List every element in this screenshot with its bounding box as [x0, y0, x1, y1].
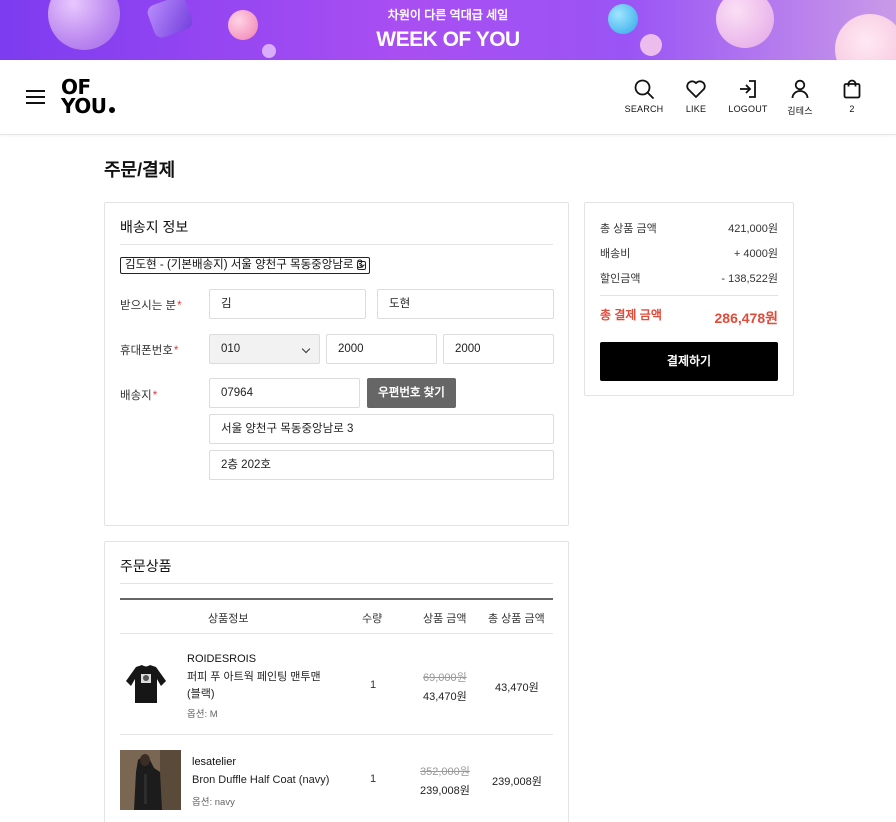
product-option: 옵션: M — [187, 709, 218, 720]
logout-label: LOGOUT — [728, 104, 768, 114]
column-header-qty: 수량 — [362, 613, 383, 625]
find-zipcode-button[interactable]: 우편번호 찾기 — [367, 378, 456, 408]
product-qty: 1 — [370, 679, 377, 691]
divider — [600, 295, 778, 296]
shipping-info-card: 배송지 정보 김도현 - (기본배송지) 서울 양천구 목동중앙남로 3 받으시… — [104, 202, 569, 526]
phone-label: 휴대폰번호* — [120, 345, 179, 357]
phone-last-input[interactable]: 2000 — [443, 334, 554, 364]
menu-icon[interactable] — [26, 90, 45, 104]
recipient-label: 받으시는 분* — [120, 300, 182, 312]
order-items-heading: 주문상품 — [120, 558, 172, 574]
cart-button[interactable]: 2 — [826, 78, 878, 117]
user-name-label: 김테스 — [787, 106, 813, 116]
search-label: SEARCH — [624, 104, 664, 114]
address-label: 배송지* — [120, 390, 158, 402]
like-button[interactable]: LIKE — [670, 78, 722, 117]
mypage-button[interactable]: 김테스 — [774, 78, 826, 117]
promo-banner[interactable]: 차원이 다른 역대급 세일 WEEK OF YOU — [0, 0, 896, 60]
recipient-last-name-input[interactable]: 김 — [209, 289, 366, 319]
product-thumbnail[interactable] — [122, 659, 170, 707]
phone-prefix-select[interactable]: 010 — [209, 334, 320, 364]
discount-row: 할인금액 - 138,522원 — [600, 273, 778, 285]
item-total: 43,470원 — [495, 682, 539, 694]
divider — [120, 244, 553, 245]
phone-middle-input[interactable]: 2000 — [326, 334, 437, 364]
site-logo[interactable]: OF YOU — [61, 77, 115, 118]
phone-prefix-value: 010 — [221, 343, 241, 355]
original-price: 69,000원 — [423, 672, 467, 684]
product-qty: 1 — [370, 773, 377, 785]
original-price: 352,000원 — [420, 766, 470, 778]
product-brand: lesatelier — [192, 756, 237, 768]
sale-price: 239,008원 — [420, 785, 470, 797]
sale-price: 43,470원 — [423, 691, 467, 703]
user-icon — [791, 79, 809, 99]
logout-button[interactable]: LOGOUT — [722, 78, 774, 117]
search-button[interactable]: SEARCH — [618, 78, 670, 117]
like-label: LIKE — [685, 104, 707, 114]
page-title: 주문/결제 — [104, 160, 176, 180]
shipping-heading: 배송지 정보 — [120, 219, 189, 235]
order-items-card: 주문상품 상품정보 수량 상품 금액 총 상품 금액 ROIDESROIS 퍼피… — [104, 541, 569, 822]
divider — [120, 583, 553, 584]
pay-button[interactable]: 결제하기 — [600, 342, 778, 381]
column-header-price: 상품 금액 — [423, 613, 467, 625]
banner-title: WEEK OF YOU — [376, 28, 520, 51]
cart-count: 2 — [849, 104, 855, 114]
recipient-first-name-input[interactable]: 도현 — [377, 289, 554, 319]
chevron-down-icon — [301, 344, 311, 354]
heart-icon — [686, 80, 706, 98]
column-header-product: 상품정보 — [208, 613, 249, 625]
product-option: 옵션: navy — [192, 797, 235, 808]
zipcode-input[interactable]: 07964 — [209, 378, 360, 408]
table-top-border — [120, 598, 553, 600]
saved-address-value: 김도현 - (기본배송지) 서울 양천구 목동중앙남로 3 — [125, 259, 364, 271]
subtotal-row: 총 상품 금액 421,000원 — [600, 223, 778, 235]
site-header: OF YOU SEARCH LIKE LOGOUT 김테스 2 — [0, 60, 896, 135]
saved-address-select[interactable]: 김도현 - (기본배송지) 서울 양천구 목동중앙남로 3 — [120, 257, 370, 274]
divider — [120, 734, 553, 735]
column-header-total: 총 상품 금액 — [488, 613, 545, 625]
item-total: 239,008원 — [492, 776, 542, 788]
product-name[interactable]: Bron Duffle Half Coat (navy) — [192, 772, 352, 789]
logo-line2: YOU — [61, 94, 107, 118]
total-row: 총 결제 금액 286,478원 — [600, 308, 778, 326]
search-icon — [634, 79, 654, 99]
divider — [120, 633, 553, 634]
product-brand: ROIDESROIS — [187, 653, 257, 665]
cart-icon — [843, 79, 861, 99]
product-thumbnail[interactable] — [120, 750, 181, 810]
product-name[interactable]: 퍼피 푸 아트웍 페인팅 맨투맨 (블랙) — [187, 669, 337, 703]
banner-subtitle: 차원이 다른 역대급 세일 — [387, 8, 509, 22]
shipping-fee-row: 배송비 + 4000원 — [600, 248, 778, 260]
address-line1-input[interactable]: 서울 양천구 목동중앙남로 3 — [209, 414, 554, 444]
logout-icon — [740, 80, 756, 98]
header-nav: SEARCH LIKE LOGOUT 김테스 2 — [618, 78, 878, 117]
chevron-down-icon — [357, 261, 366, 270]
address-line2-input[interactable]: 2층 202호 — [209, 450, 554, 480]
payment-summary-card: 총 상품 금액 421,000원 배송비 + 4000원 할인금액 - 138,522… — [584, 202, 794, 396]
